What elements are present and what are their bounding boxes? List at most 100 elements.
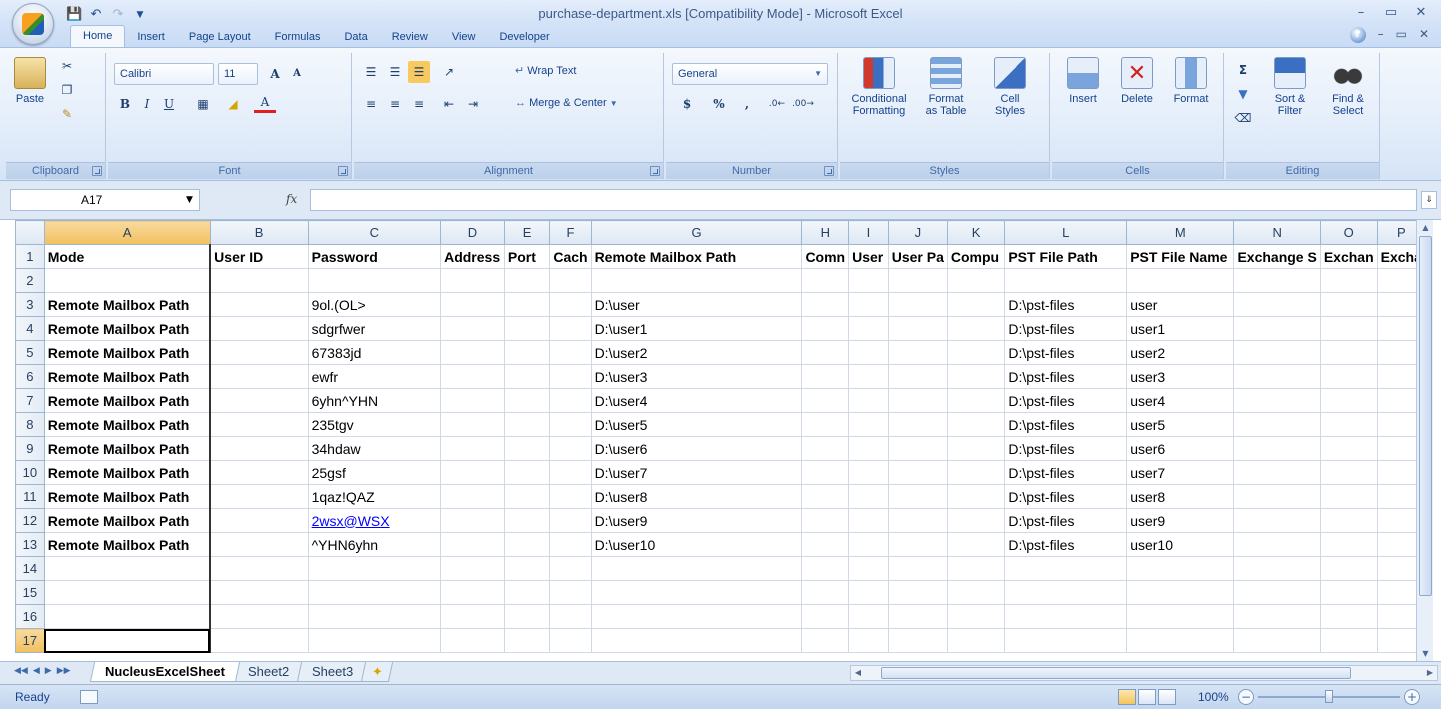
- column-header-n[interactable]: N: [1233, 220, 1321, 245]
- cut-icon[interactable]: ✂: [56, 55, 78, 77]
- delete-cells-button[interactable]: ✕ Delete: [1112, 57, 1162, 105]
- cell-c8[interactable]: 235tgv: [307, 412, 442, 437]
- cell-o1[interactable]: Exchan: [1319, 244, 1378, 269]
- cell-a6[interactable]: Remote Mailbox Path: [43, 364, 212, 389]
- cell-h8[interactable]: [801, 412, 850, 437]
- cell-a8[interactable]: Remote Mailbox Path: [43, 412, 212, 437]
- cell-d2[interactable]: [440, 268, 505, 293]
- cell-d5[interactable]: [440, 340, 505, 365]
- expand-formula-bar-icon[interactable]: ⇓: [1421, 191, 1437, 209]
- cell-m5[interactable]: user2: [1126, 340, 1235, 365]
- cell-m6[interactable]: user3: [1126, 364, 1235, 389]
- cell-j17[interactable]: [887, 628, 948, 653]
- column-header-h[interactable]: H: [801, 220, 850, 245]
- cell-n7[interactable]: [1233, 388, 1321, 413]
- cell-e2[interactable]: [503, 268, 551, 293]
- align-left-icon[interactable]: ≡: [360, 93, 382, 115]
- cell-h5[interactable]: [801, 340, 850, 365]
- number-launcher-icon[interactable]: [824, 166, 834, 176]
- row-header[interactable]: 11: [15, 484, 45, 509]
- row-header[interactable]: 7: [15, 388, 45, 413]
- cell-f16[interactable]: [549, 604, 592, 629]
- cell-l3[interactable]: D:\pst-files: [1004, 292, 1128, 317]
- restore-icon[interactable]: ▭: [1396, 27, 1407, 43]
- row-header[interactable]: 14: [15, 556, 45, 581]
- cell-n10[interactable]: [1233, 460, 1321, 485]
- cell-o7[interactable]: [1319, 388, 1378, 413]
- column-header-k[interactable]: K: [946, 220, 1006, 245]
- vertical-scrollbar[interactable]: ▲ ▼: [1416, 220, 1433, 661]
- cell-o8[interactable]: [1319, 412, 1378, 437]
- cell-i17[interactable]: [848, 628, 889, 653]
- cell-c17[interactable]: [307, 628, 442, 653]
- cell-d10[interactable]: [440, 460, 505, 485]
- cell-l4[interactable]: D:\pst-files: [1004, 316, 1128, 341]
- cell-n9[interactable]: [1233, 436, 1321, 461]
- sheet-tab-nucleusexcelsheet[interactable]: NucleusExcelSheet: [89, 662, 241, 682]
- column-header-j[interactable]: J: [887, 220, 948, 245]
- cell-f1[interactable]: Cach: [549, 244, 592, 269]
- cell-h16[interactable]: [801, 604, 850, 629]
- cell-i11[interactable]: [848, 484, 889, 509]
- cell-g9[interactable]: D:\user6: [590, 436, 803, 461]
- column-header-b[interactable]: B: [209, 220, 309, 245]
- cell-b6[interactable]: [209, 364, 309, 389]
- scroll-right-icon[interactable]: ▶: [1423, 666, 1437, 680]
- cell-e3[interactable]: [503, 292, 551, 317]
- cell-g6[interactable]: D:\user3: [590, 364, 803, 389]
- format-cells-button[interactable]: Format: [1166, 57, 1216, 105]
- wrap-text-button[interactable]: ↵ Wrap Text: [510, 61, 610, 83]
- cell-f15[interactable]: [549, 580, 592, 605]
- column-header-i[interactable]: I: [848, 220, 889, 245]
- cell-j6[interactable]: [887, 364, 948, 389]
- cell-j12[interactable]: [887, 508, 948, 533]
- cell-a13[interactable]: Remote Mailbox Path: [43, 532, 212, 557]
- cell-o10[interactable]: [1319, 460, 1378, 485]
- cell-m16[interactable]: [1126, 604, 1235, 629]
- cell-l12[interactable]: D:\pst-files: [1004, 508, 1128, 533]
- cell-d8[interactable]: [440, 412, 505, 437]
- cell-h7[interactable]: [801, 388, 850, 413]
- sheet-tab-sheet3[interactable]: Sheet3: [297, 662, 369, 682]
- cell-i9[interactable]: [848, 436, 889, 461]
- cell-m13[interactable]: user10: [1126, 532, 1235, 557]
- cell-b9[interactable]: [209, 436, 309, 461]
- cell-k5[interactable]: [946, 340, 1006, 365]
- cell-k4[interactable]: [946, 316, 1006, 341]
- cell-b1[interactable]: User ID: [209, 244, 309, 269]
- currency-button[interactable]: $: [676, 93, 698, 115]
- font-color-button[interactable]: A: [254, 93, 276, 113]
- clear-icon[interactable]: ⌫: [1232, 107, 1254, 129]
- column-header-e[interactable]: E: [503, 220, 551, 245]
- merge-center-button[interactable]: ↔ Merge & Center ▼: [510, 93, 655, 115]
- cell-f4[interactable]: [549, 316, 592, 341]
- close-icon[interactable]: ✕: [1413, 5, 1429, 20]
- cell-m4[interactable]: user1: [1126, 316, 1235, 341]
- cell-d16[interactable]: [440, 604, 505, 629]
- insert-cells-button[interactable]: Insert: [1058, 57, 1108, 105]
- scroll-down-icon[interactable]: ▼: [1419, 647, 1432, 660]
- cell-i2[interactable]: [848, 268, 889, 293]
- cell-a14[interactable]: [43, 556, 212, 581]
- cell-k13[interactable]: [946, 532, 1006, 557]
- cell-d12[interactable]: [440, 508, 505, 533]
- cell-d6[interactable]: [440, 364, 505, 389]
- cell-j15[interactable]: [887, 580, 948, 605]
- zoom-out-icon[interactable]: −: [1238, 689, 1254, 705]
- cell-d11[interactable]: [440, 484, 505, 509]
- column-header-o[interactable]: O: [1319, 220, 1378, 245]
- minimize-icon[interactable]: –: [1353, 5, 1369, 20]
- cell-l1[interactable]: PST File Path: [1004, 244, 1128, 269]
- increase-indent-icon[interactable]: ⇥: [462, 93, 484, 115]
- cell-g13[interactable]: D:\user10: [590, 532, 803, 557]
- cell-l13[interactable]: D:\pst-files: [1004, 532, 1128, 557]
- font-size-select[interactable]: 11: [218, 63, 258, 85]
- cell-a1[interactable]: Mode: [43, 244, 212, 269]
- cell-a7[interactable]: Remote Mailbox Path: [43, 388, 212, 413]
- cell-n12[interactable]: [1233, 508, 1321, 533]
- fill-color-icon[interactable]: ◢: [222, 93, 244, 115]
- cell-n6[interactable]: [1233, 364, 1321, 389]
- cell-b10[interactable]: [209, 460, 309, 485]
- cell-h13[interactable]: [801, 532, 850, 557]
- cell-o9[interactable]: [1319, 436, 1378, 461]
